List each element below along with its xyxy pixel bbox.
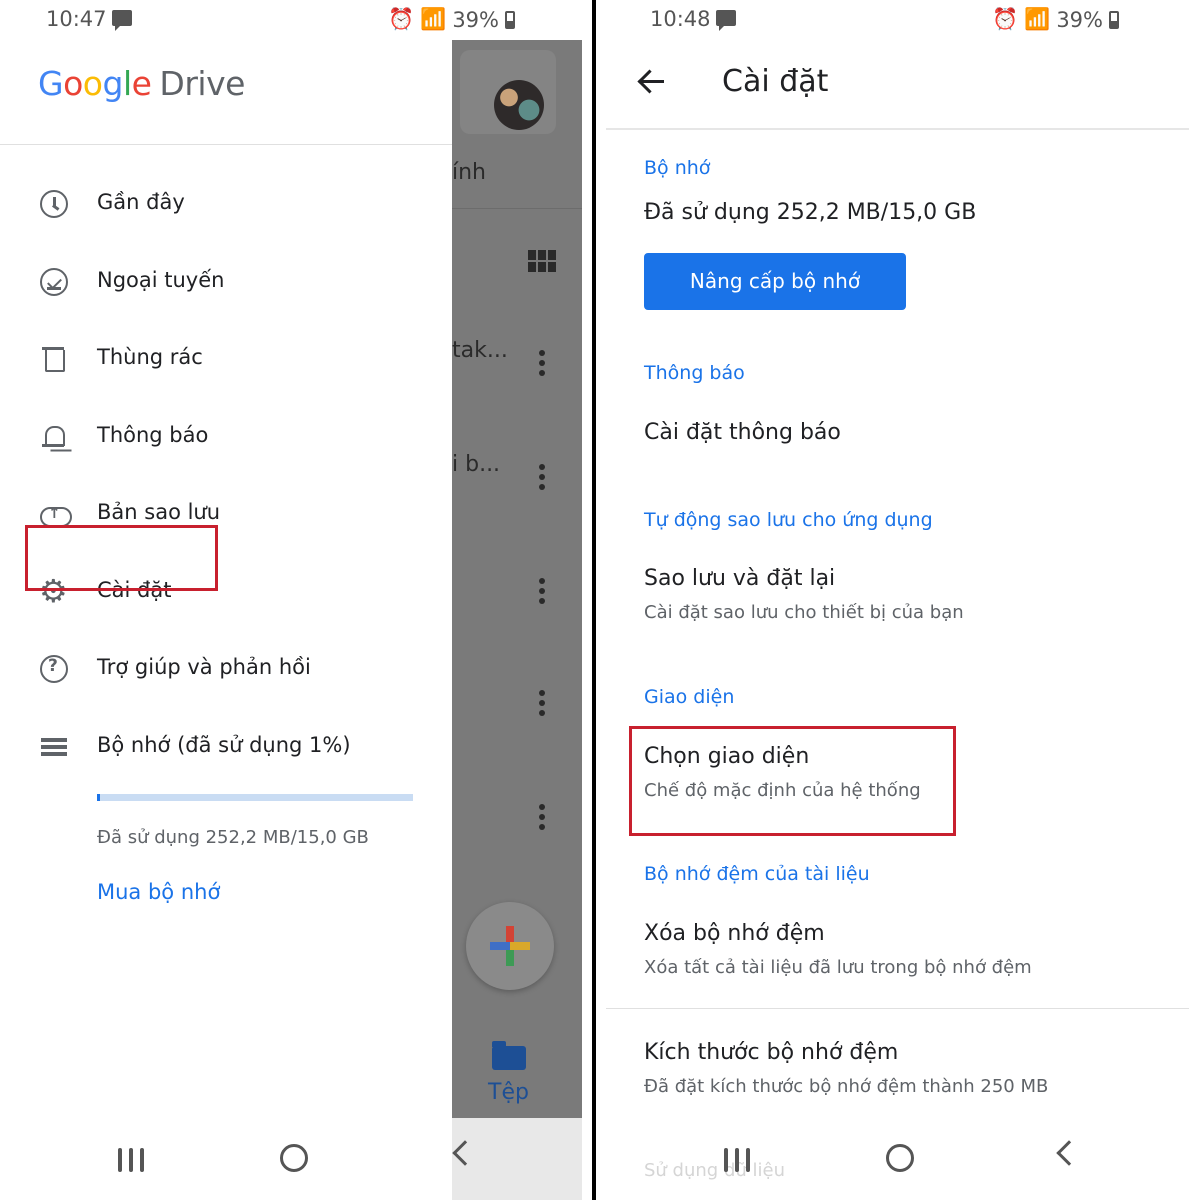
clear-cache-subtitle: Xóa tất cả tài liệu đã lưu trong bộ nhớ … <box>644 957 1032 978</box>
drawer-item-notifications[interactable]: Thông báo <box>0 407 452 467</box>
battery-icon <box>1109 10 1119 29</box>
new-fab-button <box>466 902 554 990</box>
drawer-divider <box>0 144 452 145</box>
more-vert-icon <box>538 464 546 494</box>
recent-apps-button[interactable] <box>724 1148 750 1172</box>
section-header-theme: Giao diện <box>644 686 735 708</box>
storage-progress-bar <box>97 794 413 801</box>
more-vert-icon <box>538 578 546 608</box>
alarm-icon: ⏰ <box>388 7 415 31</box>
wifi-icon: 📶 <box>1024 7 1051 31</box>
buy-storage-link[interactable]: Mua bộ nhớ <box>97 880 220 904</box>
folder-icon <box>492 1041 526 1070</box>
drawer-item-label: Bộ nhớ (đã sử dụng 1%) <box>97 733 351 757</box>
cloud-upload-icon <box>40 500 72 528</box>
status-time: 10:48 <box>650 7 711 31</box>
partial-file-name: i b... <box>452 452 501 477</box>
battery-percent: 39% <box>452 7 499 32</box>
divider <box>452 208 582 209</box>
notification-settings-item[interactable]: Cài đặt thông báo <box>644 420 841 445</box>
partial-title-text: ính <box>452 160 486 185</box>
help-icon <box>40 655 68 683</box>
highlight-box-theme <box>629 726 956 836</box>
backup-reset-subtitle: Cài đặt sao lưu cho thiết bị của bạn <box>644 602 964 623</box>
clock-icon <box>40 190 68 218</box>
drawer-item-help[interactable]: Trợ giúp và phản hồi <box>0 639 452 699</box>
bell-icon <box>40 423 68 451</box>
back-button[interactable] <box>452 1140 478 1166</box>
system-nav-bar <box>596 1118 1189 1200</box>
message-notification-icon <box>112 10 132 31</box>
section-header-notifications: Thông báo <box>644 362 745 384</box>
back-button[interactable] <box>1056 1140 1082 1166</box>
cache-size-subtitle: Đã đặt kích thước bộ nhớ đệm thành 250 M… <box>644 1076 1049 1097</box>
right-screen: 10:48 ⏰ 📶 39% Cài đặt Bộ nhớ Đã sử dụng … <box>596 0 1189 1200</box>
section-header-storage: Bộ nhớ <box>644 157 711 179</box>
drawer-item-storage[interactable]: Bộ nhớ (đã sử dụng 1%) <box>0 717 452 777</box>
highlight-box-settings <box>25 525 218 591</box>
navigation-drawer: Google Drive Gần đây Ngoại tuyến Thùng rá… <box>0 40 452 1200</box>
app-bar: Cài đặt <box>596 40 1189 128</box>
page-title: Cài đặt <box>722 64 829 99</box>
storage-progress-fill <box>97 794 101 801</box>
message-notification-icon <box>716 10 736 31</box>
section-header-cache: Bộ nhớ đệm của tài liệu <box>644 863 870 885</box>
system-nav-bar <box>0 1118 592 1200</box>
files-tab-label: Tệp <box>488 1080 529 1105</box>
drawer-item-label: Trợ giúp và phản hồi <box>97 655 311 679</box>
partial-file-name: tak... <box>452 338 508 363</box>
more-vert-icon <box>538 350 546 380</box>
cache-size-item[interactable]: Kích thước bộ nhớ đệm <box>644 1040 898 1065</box>
avatar <box>494 80 544 130</box>
drawer-item-offline[interactable]: Ngoại tuyến <box>0 252 452 312</box>
trash-icon <box>40 345 68 373</box>
clear-cache-item[interactable]: Xóa bộ nhớ đệm <box>644 921 825 946</box>
storage-used-text: Đã sử dụng 252,2 MB/15,0 GB <box>644 200 977 225</box>
grid-view-icon <box>528 250 556 272</box>
battery-icon <box>505 10 515 29</box>
account-card <box>460 50 556 134</box>
drawer-item-label: Gần đây <box>97 190 185 214</box>
home-button[interactable] <box>280 1144 308 1172</box>
alarm-icon: ⏰ <box>992 7 1019 31</box>
backup-reset-item[interactable]: Sao lưu và đặt lại <box>644 566 835 591</box>
status-time: 10:47 <box>46 7 107 31</box>
offline-icon <box>40 268 68 296</box>
drawer-item-trash[interactable]: Thùng rác <box>0 329 452 389</box>
storage-used-text: Đã sử dụng 252,2 MB/15,0 GB <box>97 827 369 848</box>
status-bar: 10:48 ⏰ 📶 39% <box>596 0 1189 40</box>
status-bar: 10:47 ⏰ 📶 39% <box>0 0 592 40</box>
more-vert-icon <box>538 804 546 834</box>
google-drive-logo: Google Drive <box>38 64 245 103</box>
drawer-item-label: Ngoại tuyến <box>97 268 225 292</box>
more-vert-icon <box>538 690 546 720</box>
drawer-item-label: Bản sao lưu <box>97 500 221 524</box>
drawer-item-label: Thùng rác <box>97 345 203 369</box>
drawer-item-label: Thông báo <box>97 423 209 447</box>
divider <box>606 1008 1189 1009</box>
recent-apps-button[interactable] <box>118 1148 144 1172</box>
wifi-icon: 📶 <box>420 7 447 31</box>
storage-icon <box>40 733 68 761</box>
back-arrow-icon[interactable] <box>638 68 666 96</box>
section-header-auto-backup: Tự động sao lưu cho ứng dụng <box>644 509 933 531</box>
app-bar-divider <box>606 128 1189 130</box>
drawer-item-recent[interactable]: Gần đây <box>0 174 452 234</box>
upgrade-storage-button[interactable]: Nâng cấp bộ nhớ <box>644 253 906 310</box>
background-app-overlay[interactable]: ính tak... i b... Tệp <box>452 40 582 1118</box>
battery-percent: 39% <box>1056 7 1103 32</box>
left-screen: ính tak... i b... Tệp 10:47 ⏰ 📶 39% Goog… <box>0 0 592 1200</box>
home-button[interactable] <box>886 1144 914 1172</box>
